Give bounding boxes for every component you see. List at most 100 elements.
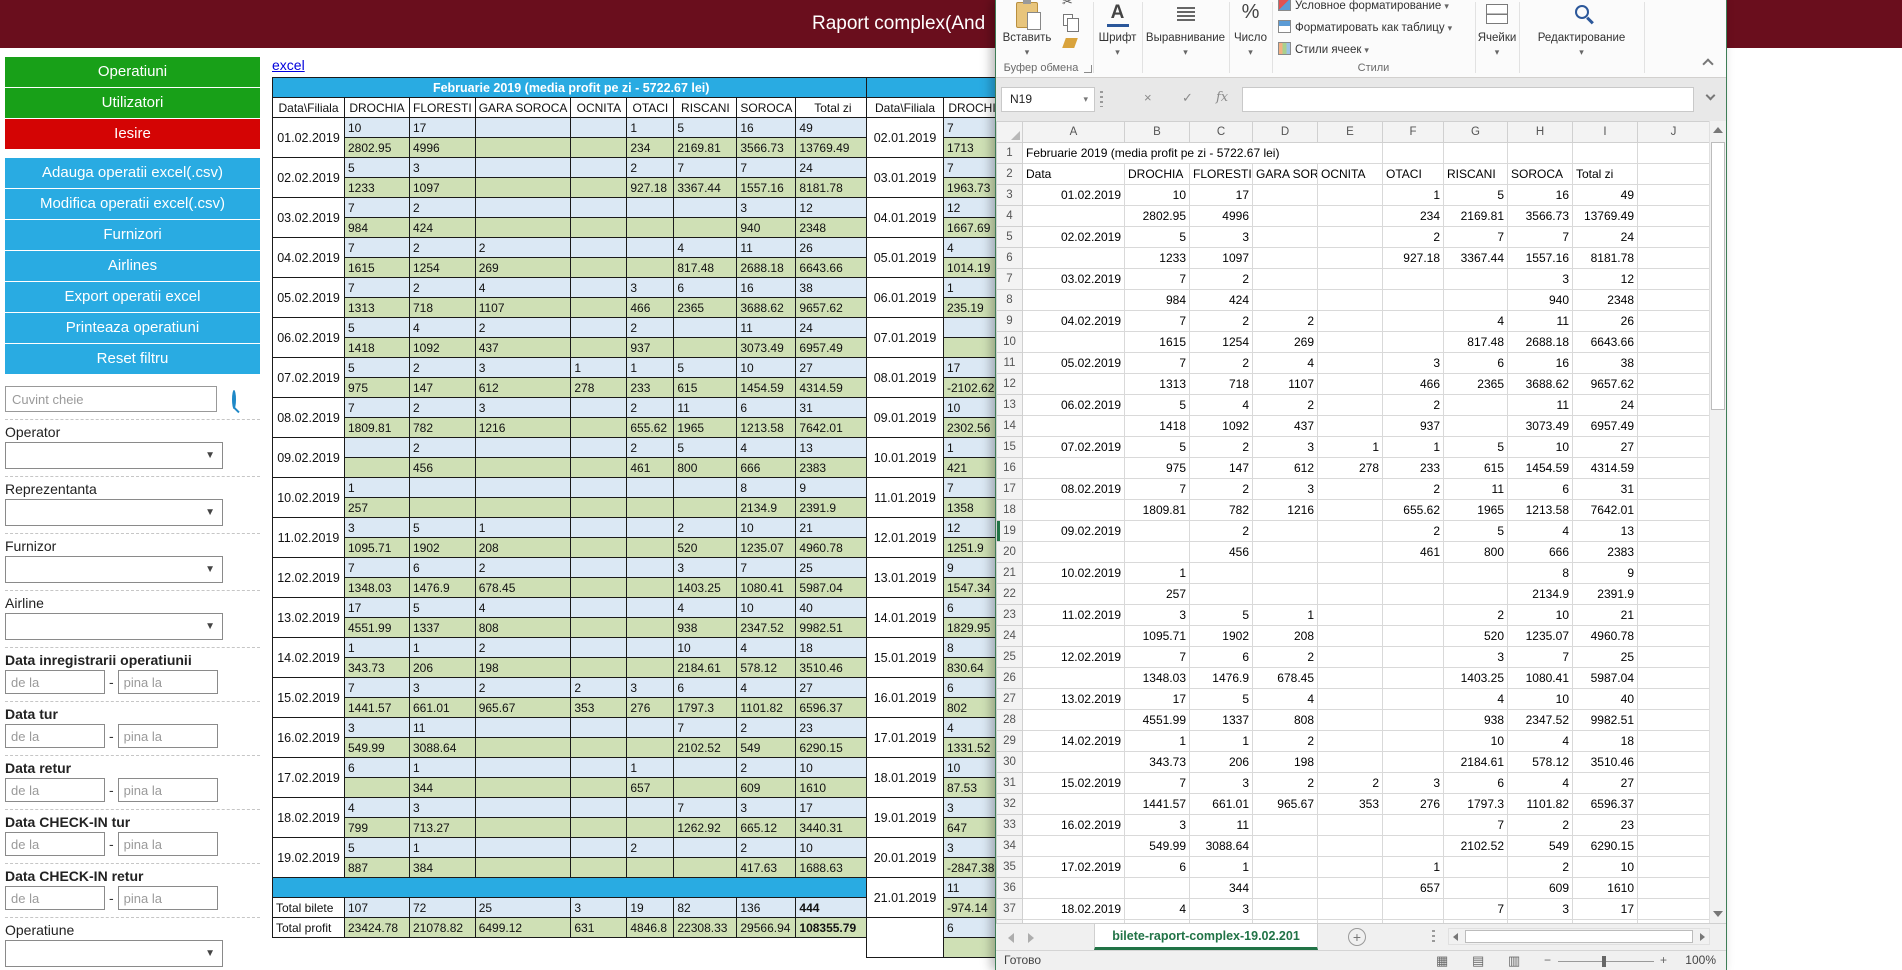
row-header-5[interactable]: 5 [997, 227, 1023, 248]
cell[interactable]: DROCHIA [1125, 164, 1190, 185]
cell[interactable]: 1092 [1190, 416, 1253, 437]
cell[interactable]: 7 [1508, 647, 1573, 668]
cell[interactable]: 2 [1253, 311, 1318, 332]
cell[interactable] [1318, 248, 1383, 269]
cell[interactable]: 08.02.2019 [1023, 479, 1125, 500]
cell[interactable]: 1313 [1125, 374, 1190, 395]
cell[interactable]: 975 [1125, 458, 1190, 479]
cell[interactable]: 5 [1444, 437, 1508, 458]
cell[interactable] [1318, 752, 1383, 773]
cell[interactable]: 549.99 [1125, 836, 1190, 857]
row-header-31[interactable]: 31 [997, 773, 1023, 794]
cell[interactable] [1318, 395, 1383, 416]
cell[interactable]: 5 [1444, 521, 1508, 542]
cell[interactable] [1638, 479, 1710, 500]
row-header-34[interactable]: 34 [997, 836, 1023, 857]
column-header-A[interactable]: A [1023, 122, 1125, 143]
cell[interactable]: 10 [1573, 857, 1638, 878]
cell[interactable]: 1348.03 [1125, 668, 1190, 689]
cell[interactable]: 2383 [1573, 542, 1638, 563]
cell[interactable]: FLORESTI [1190, 164, 1253, 185]
cell[interactable]: 10 [1508, 605, 1573, 626]
date-from-input[interactable] [5, 832, 105, 856]
cell[interactable]: 1 [1383, 185, 1444, 206]
cell[interactable] [1318, 605, 1383, 626]
cell[interactable]: 4 [1508, 773, 1573, 794]
cell[interactable]: 3 [1253, 437, 1318, 458]
cell[interactable] [1023, 710, 1125, 731]
cell[interactable]: 424 [1190, 290, 1253, 311]
cell[interactable]: 27 [1573, 773, 1638, 794]
cell[interactable]: 10 [1125, 185, 1190, 206]
cell[interactable]: 4996 [1190, 206, 1253, 227]
cell[interactable]: 7 [1125, 647, 1190, 668]
number-button[interactable]: % Число ▾ [1229, 0, 1272, 76]
cell[interactable]: 4551.99 [1125, 710, 1190, 731]
cell[interactable] [1253, 542, 1318, 563]
cell[interactable] [1318, 836, 1383, 857]
cell[interactable] [1383, 731, 1444, 752]
cell[interactable]: 6 [1190, 647, 1253, 668]
cell[interactable]: 5 [1125, 437, 1190, 458]
copy-icon[interactable] [1063, 14, 1073, 26]
cell[interactable] [1638, 584, 1710, 605]
row-header-27[interactable]: 27 [997, 689, 1023, 710]
cell[interactable]: 3 [1190, 899, 1253, 920]
cell[interactable]: 678.45 [1253, 668, 1318, 689]
cell[interactable]: 3688.62 [1508, 374, 1573, 395]
new-sheet-icon[interactable]: + [1348, 928, 1366, 946]
cell[interactable] [1318, 857, 1383, 878]
cell[interactable]: 937 [1383, 416, 1444, 437]
column-header-E[interactable]: E [1318, 122, 1383, 143]
row-header-8[interactable]: 8 [997, 290, 1023, 311]
column-header-C[interactable]: C [1190, 122, 1253, 143]
cell[interactable]: 437 [1253, 416, 1318, 437]
column-header-F[interactable]: F [1383, 122, 1444, 143]
cell[interactable] [1383, 899, 1444, 920]
cell[interactable]: 817.48 [1444, 332, 1508, 353]
cell[interactable] [1253, 206, 1318, 227]
cell[interactable] [1318, 500, 1383, 521]
cell[interactable] [1253, 836, 1318, 857]
sidebar-item-iesire[interactable]: Iesire [5, 119, 260, 149]
cell[interactable]: 18.02.2019 [1023, 899, 1125, 920]
cell[interactable]: 8 [1508, 563, 1573, 584]
cell[interactable]: 2 [1383, 479, 1444, 500]
cell[interactable]: 5 [1190, 689, 1253, 710]
sidebar-item-utilizatori[interactable]: Utilizatori [5, 88, 260, 118]
row-header-36[interactable]: 36 [997, 878, 1023, 899]
cell[interactable]: 9657.62 [1573, 374, 1638, 395]
cell[interactable] [1318, 353, 1383, 374]
formula-input[interactable] [1242, 87, 1694, 112]
cell[interactable]: 6957.49 [1573, 416, 1638, 437]
cell[interactable]: 1441.57 [1125, 794, 1190, 815]
cell[interactable]: 3 [1253, 479, 1318, 500]
cell[interactable]: 4960.78 [1573, 626, 1638, 647]
cell[interactable]: 1 [1253, 605, 1318, 626]
vertical-scrollbar[interactable] [1709, 121, 1726, 923]
row-header-4[interactable]: 4 [997, 206, 1023, 227]
prev-sheet-icon[interactable] [1008, 933, 1014, 943]
cell[interactable]: 7 [1125, 353, 1190, 374]
row-header-6[interactable]: 6 [997, 248, 1023, 269]
cell[interactable]: 4 [1444, 689, 1508, 710]
cell[interactable] [1023, 752, 1125, 773]
cell[interactable] [1444, 290, 1508, 311]
page-break-view-icon[interactable]: ▥ [1508, 953, 1520, 969]
row-header-22[interactable]: 22 [997, 584, 1023, 605]
row-header-30[interactable]: 30 [997, 752, 1023, 773]
cell[interactable] [1573, 143, 1638, 164]
cell[interactable] [1638, 395, 1710, 416]
cell[interactable]: 984 [1125, 290, 1190, 311]
cell[interactable]: 2184.61 [1444, 752, 1508, 773]
date-to-input[interactable] [118, 832, 218, 856]
cell[interactable]: 1337 [1190, 710, 1253, 731]
cell[interactable]: 2 [1190, 353, 1253, 374]
row-header-2[interactable]: 2 [997, 164, 1023, 185]
cell[interactable]: SOROCA [1508, 164, 1573, 185]
zoom-in-icon[interactable]: + [1660, 953, 1667, 967]
row-header-10[interactable]: 10 [997, 332, 1023, 353]
cell[interactable]: 31 [1573, 479, 1638, 500]
cell[interactable]: 27 [1573, 437, 1638, 458]
cell[interactable]: 7642.01 [1573, 500, 1638, 521]
